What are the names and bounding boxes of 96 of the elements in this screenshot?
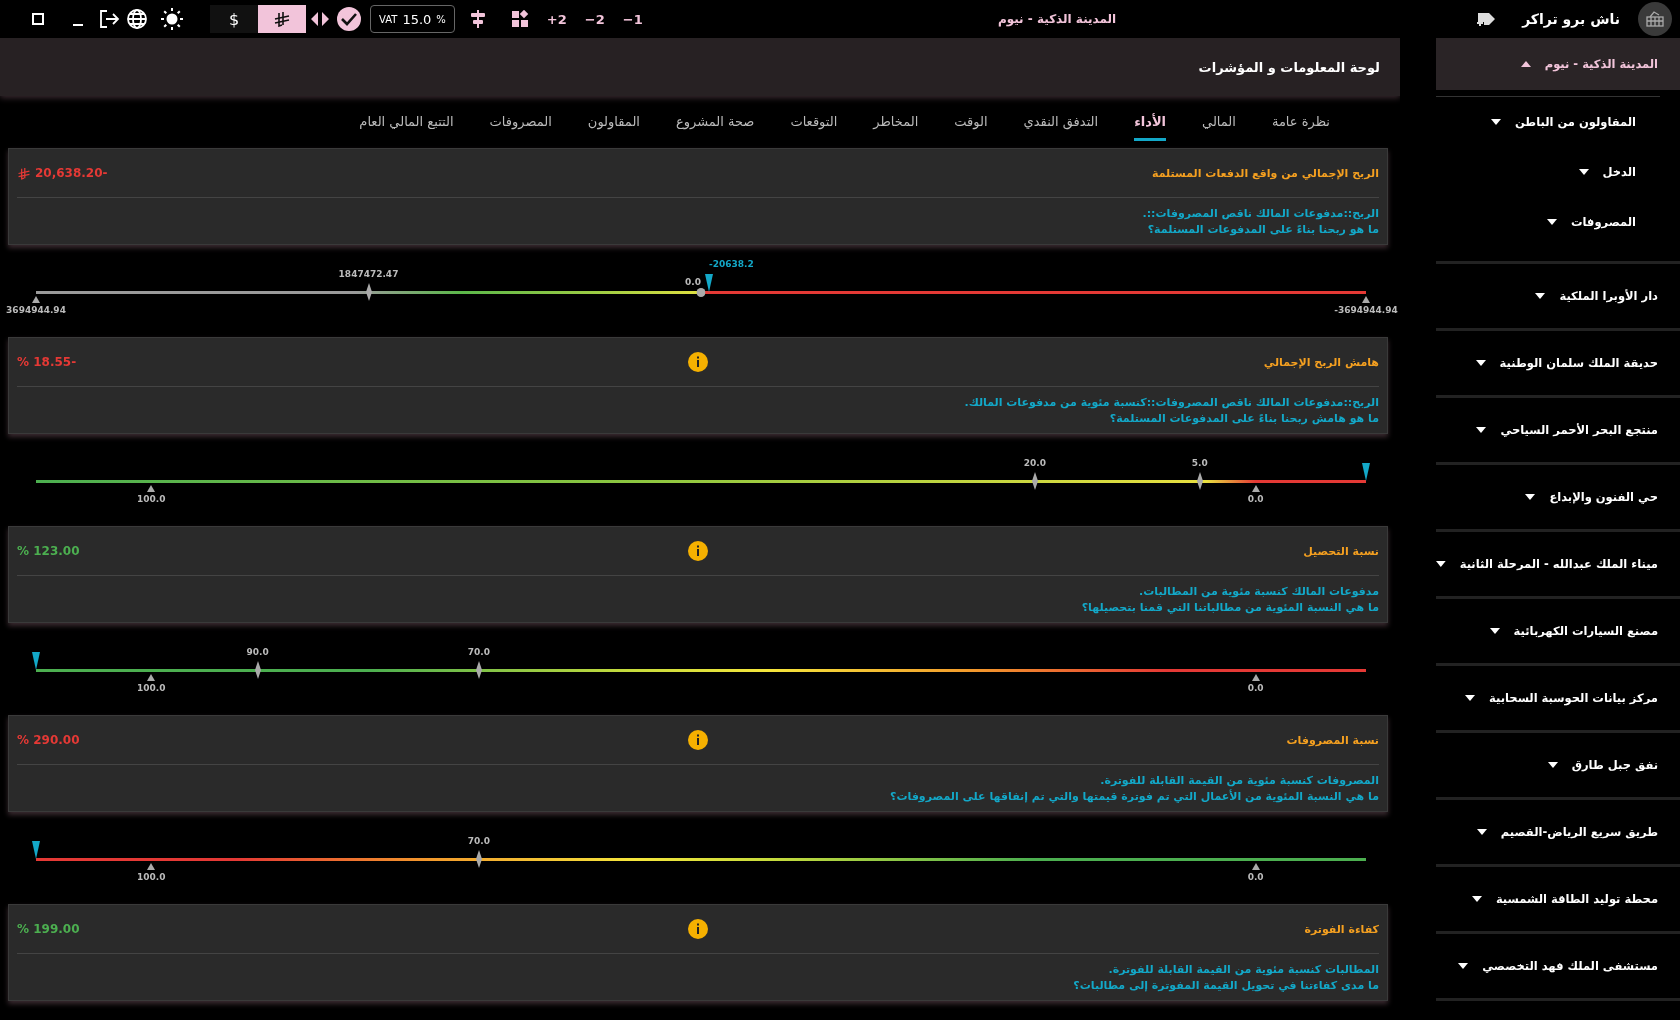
info-icon[interactable] bbox=[688, 541, 708, 561]
caret-down-icon[interactable] bbox=[1476, 427, 1487, 433]
sidebar-item[interactable]: حي الفنون والإبداع bbox=[1436, 465, 1680, 529]
tick-label: 0.0 bbox=[1247, 683, 1264, 693]
caret-down-icon[interactable] bbox=[1535, 293, 1546, 299]
metric-value: 290.00 % bbox=[17, 733, 80, 747]
widgets-icon[interactable] bbox=[510, 10, 529, 28]
tick-label: 3694944.94 bbox=[6, 305, 66, 315]
metric-description: الربح::مدفوعات المالك ناقص المصروفات::. ما هو ربحنا بناءً على المدفوعات المستلمة؟ bbox=[1141, 206, 1379, 238]
sidebar-item[interactable]: المدينة الذكية - نيوم bbox=[1436, 38, 1680, 90]
pointer-label: -20638.2 bbox=[708, 259, 754, 269]
sidebar-item[interactable]: مصنع السيارات الكهربائية bbox=[1436, 599, 1680, 663]
sidebar-item[interactable]: دار الأوبرا الملكية bbox=[1436, 264, 1680, 328]
metric-value: -18.55 % bbox=[17, 355, 77, 369]
tab[interactable]: الأداء bbox=[1134, 110, 1167, 141]
sidebar-item[interactable]: ميناء الملك عبدالله - المرحلة الثانية bbox=[1436, 532, 1680, 596]
caret-down-icon[interactable] bbox=[1436, 561, 1446, 567]
tab[interactable]: المصروفات bbox=[489, 110, 552, 141]
riyal-icon bbox=[273, 11, 291, 27]
tick-label: 90.0 bbox=[246, 647, 269, 657]
caret-down-icon[interactable] bbox=[1476, 829, 1487, 835]
tick-label: 0.0 bbox=[1247, 494, 1264, 504]
tab[interactable]: المالي bbox=[1202, 110, 1236, 141]
tick-label: 20.0 bbox=[1023, 458, 1046, 468]
tab[interactable]: نظرة عامة bbox=[1271, 110, 1330, 141]
riyal-icon bbox=[17, 166, 31, 180]
metric-value: 123.00 % bbox=[17, 544, 80, 558]
sidebar-item[interactable]: منتجع البحر الأحمر السياحي bbox=[1436, 398, 1680, 462]
metric-value: 199.00 % bbox=[17, 922, 80, 936]
sidebar-item[interactable]: المصروفات bbox=[1436, 197, 1660, 247]
tick-label: 0.0 bbox=[685, 277, 701, 287]
caret-up-icon[interactable] bbox=[1520, 61, 1531, 67]
caret-down-icon[interactable] bbox=[1525, 494, 1536, 500]
riyal-button[interactable] bbox=[258, 5, 306, 33]
sidebar-item[interactable]: طريق سريع الرياض-القصيم bbox=[1436, 800, 1680, 864]
logo-icon bbox=[1638, 2, 1672, 36]
caret-down-icon[interactable] bbox=[1465, 695, 1476, 701]
metric-title: نسبة التحصيل bbox=[1302, 544, 1379, 558]
align-icon[interactable] bbox=[468, 9, 487, 29]
sidebar-item[interactable]: محطة توليد الطاقة الشمسية bbox=[1436, 867, 1680, 931]
tick-label: 1847472.47 bbox=[338, 269, 399, 279]
caret-down-icon[interactable] bbox=[1471, 896, 1482, 902]
tab[interactable]: التدفق النقدي bbox=[1023, 110, 1099, 141]
metric-description: المطالبات كنسبة مئوية من القيمة القابلة للفوترة. ما مدى كفاءتنا في تحويل القيمة المفوترة إلى مطالبات؟ bbox=[1072, 962, 1379, 994]
metric-description: الربح::مدفوعات المالك ناقص المصروفات::كنسبة مئوية من مدفوعات المالك. ما هو هامش ربحنا بناءً على المدفوعات المستلمة؟ bbox=[963, 395, 1379, 427]
caret-down-icon[interactable] bbox=[1547, 762, 1558, 768]
caret-down-icon[interactable] bbox=[1578, 169, 1589, 175]
sidebar-item[interactable]: مستشفى الملك فهد التخصصي bbox=[1436, 934, 1680, 998]
metric-title: الربح الإجمالي من واقع الدفعات المستلمة bbox=[1151, 166, 1379, 180]
square-icon[interactable] bbox=[30, 11, 46, 27]
tick-label: 5.0 bbox=[1191, 458, 1208, 468]
page-title: لوحة المعلومات و المؤشرات bbox=[1198, 59, 1380, 75]
info-icon[interactable] bbox=[688, 352, 708, 372]
project-title: المدينة الذكية - نيوم bbox=[996, 12, 1117, 26]
check-circle-icon[interactable] bbox=[336, 6, 362, 32]
sun-icon[interactable] bbox=[160, 7, 184, 31]
info-icon[interactable] bbox=[688, 919, 708, 939]
step-button[interactable]: −1 bbox=[618, 11, 647, 27]
tick-label: 100.0 bbox=[136, 494, 166, 504]
caret-down-icon[interactable] bbox=[1458, 963, 1469, 969]
logout-icon[interactable] bbox=[98, 8, 120, 30]
metric-title: كفاءة الفوترة bbox=[1303, 922, 1379, 936]
tab[interactable]: التوقعات bbox=[790, 110, 838, 141]
step-button[interactable]: +2 bbox=[542, 11, 571, 27]
vat-field[interactable]: VAT 15.0 % bbox=[370, 5, 455, 33]
step-button[interactable]: −2 bbox=[580, 11, 609, 27]
tick-label: 100.0 bbox=[136, 872, 166, 882]
left-right-arrows-icon[interactable] bbox=[310, 10, 330, 28]
metric-description: المصروفات كنسبة مئوية من القيمة القابلة للفوترة. ما هي النسبة المئوية من الأعمال التي تم فوترة قيمتها والتي تم إنفاقها على المصروفات؟ bbox=[889, 773, 1379, 805]
tab[interactable]: التتبع المالي العام bbox=[359, 110, 454, 141]
tick-label: 0.0 bbox=[1247, 872, 1264, 882]
caret-down-icon[interactable] bbox=[1547, 219, 1557, 225]
tab[interactable]: المقاولون bbox=[587, 110, 640, 141]
sidebar-item[interactable]: حديقة الملك سلمان الوطنية bbox=[1436, 331, 1680, 395]
tick-label: 100.0 bbox=[136, 683, 166, 693]
tick-label: 70.0 bbox=[467, 647, 490, 657]
tab[interactable]: صحة المشروع bbox=[675, 110, 755, 141]
currency-button[interactable]: $ bbox=[210, 5, 258, 33]
caret-down-icon[interactable] bbox=[1491, 119, 1501, 125]
tick-label: 70.0 bbox=[467, 836, 490, 846]
sidebar-item[interactable]: نفق جبل طارق bbox=[1436, 733, 1680, 797]
metric-value: -20,638.20 bbox=[35, 166, 108, 180]
caret-down-icon[interactable] bbox=[1475, 360, 1486, 366]
info-icon[interactable] bbox=[688, 730, 708, 750]
metric-description: مدفوعات المالك كنسبة مئوية من المطالبات. ما هي النسبة المئوية من مطالباتنا التي قمنا بتحصيلها؟ bbox=[1080, 584, 1379, 616]
metric-title: هامش الربح الإجمالي bbox=[1262, 355, 1379, 369]
sidebar-item[interactable]: الدخل bbox=[1436, 147, 1660, 197]
tab[interactable]: الوقت bbox=[954, 110, 988, 141]
caret-down-icon[interactable] bbox=[1489, 628, 1500, 634]
tab[interactable]: المخاطر bbox=[873, 110, 919, 141]
globe-icon[interactable] bbox=[126, 8, 148, 30]
tick-label: -3694944.94 bbox=[1334, 305, 1398, 315]
sidebar-item[interactable]: مركز بيانات الحوسبة السحابية bbox=[1436, 666, 1680, 730]
sidebar-item[interactable]: المقاولون من الباطن bbox=[1436, 97, 1660, 147]
app-name: ناش برو تراكر bbox=[1522, 11, 1620, 27]
metric-title: نسبة المصروفات bbox=[1285, 733, 1379, 747]
